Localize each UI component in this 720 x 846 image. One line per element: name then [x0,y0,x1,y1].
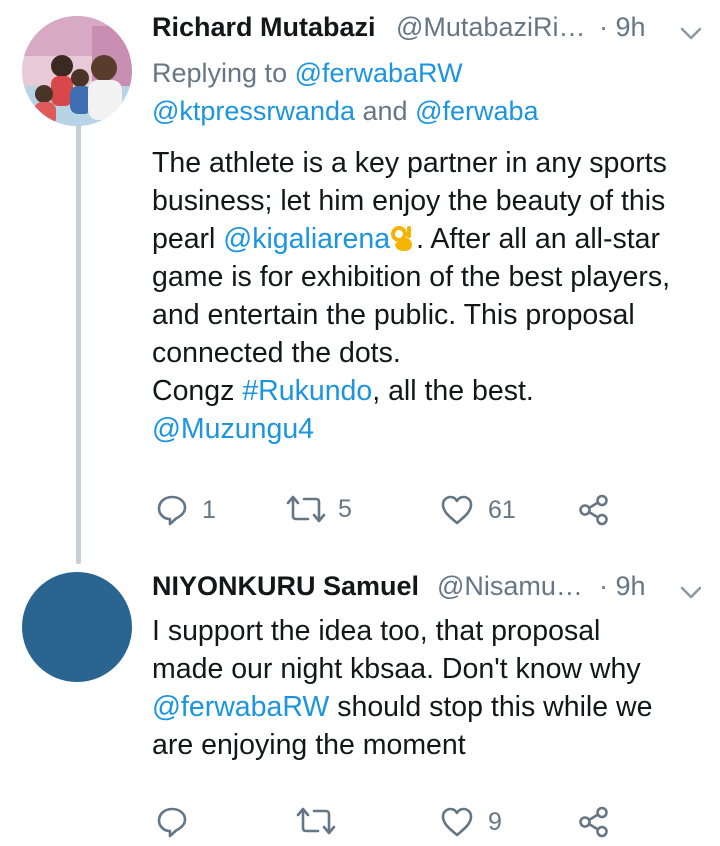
thread-line [76,118,81,564]
tweet-line: business; let him enjoy the beauty of th… [152,185,666,217]
mention-link[interactable]: @ferwaba [415,96,538,126]
author-name[interactable]: Richard Mutabazi [152,12,376,43]
mention-link[interactable]: @ferwabaRW [295,58,463,88]
heart-icon [441,495,473,525]
ok-hand-emoji-icon [390,224,416,252]
share-icon [579,494,608,526]
retweet-icon [296,807,336,835]
tweet-line: game is for exhibition of the best playe… [152,261,671,293]
like-button[interactable]: 61 [440,494,516,526]
retweet-button[interactable] [296,806,336,836]
tweet-line: @Muzungu4 [152,410,712,448]
reply-icon [157,495,187,526]
tweet-line: The athlete is a key partner in any spor… [152,147,667,179]
share-icon [579,806,608,838]
avatar[interactable] [22,16,132,126]
chevron-down-icon[interactable] [678,24,704,44]
retweet-count: 5 [338,494,352,523]
tweet-line: pearl @kigaliarena . After all an all-sta… [152,220,712,258]
tweet-line: made our night kbsaa. Don't know why [152,653,641,685]
mention-link[interactable]: @ktpressrwanda [152,96,355,126]
tweet-line: @ferwabaRW should stop this while we [152,688,712,726]
tweet-text: . After all an all-star [416,223,661,255]
share-button[interactable] [578,494,610,526]
mention-link[interactable]: @kigaliarena [223,223,390,255]
like-button[interactable]: 9 [440,806,502,838]
reply-count: 1 [202,495,216,524]
replying-to: Replying to @ferwabaRW [152,58,463,89]
tweet-line: and entertain the public. This proposal [152,299,635,331]
tweet-body: I support the idea too, that proposal ma… [152,612,712,764]
tweet-line: are enjoying the moment [152,729,466,761]
replying-to-continued: @ktpressrwanda and @ferwaba [152,96,539,127]
reply-button[interactable]: 1 [156,494,216,526]
reply-button[interactable] [156,806,188,838]
reply-icon [157,807,187,838]
tweet-text: should stop this while we [329,691,653,723]
heart-icon [441,807,473,837]
tweet-text: Congz [152,375,243,407]
author-handle[interactable]: @Nisamu… [437,571,583,602]
mention-link[interactable]: @ferwabaRW [152,691,329,723]
tweet-line: I support the idea too, that proposal [152,615,601,647]
author-name[interactable]: NIYONKURU Samuel [152,571,419,602]
tweet-text: , all the best. [372,375,534,407]
share-button[interactable] [578,806,610,838]
tweet-text: pearl [152,223,224,255]
author-handle[interactable]: @MutabaziRi… [396,12,585,43]
tweet-line: Congz #Rukundo, all the best. [152,372,712,410]
retweet-button[interactable]: 5 [286,494,352,524]
tweet-time[interactable]: · 9h [599,571,646,602]
mention-link[interactable]: @Muzungu4 [152,413,314,445]
and-text: and [355,96,416,126]
tweet-body: The athlete is a key partner in any spor… [152,144,712,448]
retweet-icon [286,495,326,523]
avatar[interactable] [22,572,132,682]
like-count: 61 [488,495,516,524]
avatar-photo [22,16,132,126]
replying-to-label: Replying to [152,58,295,88]
chevron-down-icon[interactable] [678,583,704,603]
like-count: 9 [488,807,502,836]
hashtag-link[interactable]: #Rukundo [242,375,372,407]
tweet-time[interactable]: · 9h [599,12,646,43]
tweet-line: connected the dots. [152,337,401,369]
